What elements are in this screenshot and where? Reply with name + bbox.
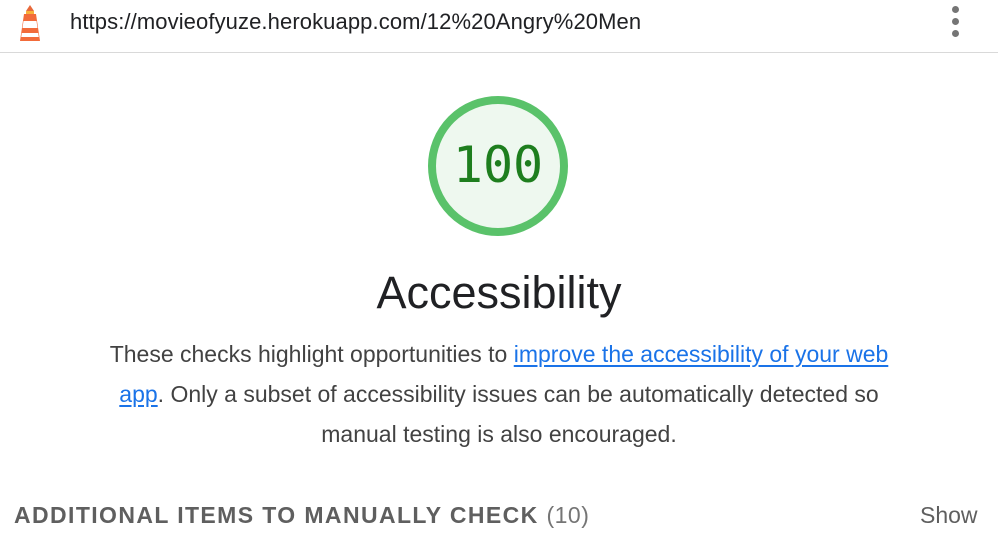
category-title: Accessibility [376,267,622,318]
description-text-before: These checks highlight opportunities to [109,341,514,367]
description-text-after: . Only a subset of accessibility issues … [157,381,879,447]
lighthouse-icon [20,5,40,41]
manual-checks-title: ADDITIONAL ITEMS TO MANUALLY CHECK [14,502,539,528]
manual-checks-section[interactable]: ADDITIONAL ITEMS TO MANUALLY CHECK (10) … [0,494,998,538]
manual-checks-header: ADDITIONAL ITEMS TO MANUALLY CHECK (10) [14,502,589,529]
more-vertical-icon[interactable] [946,4,966,40]
page-url[interactable]: https://movieofyuze.herokuapp.com/12%20A… [70,9,641,35]
show-toggle-button[interactable]: Show [920,502,978,529]
category-description: These checks highlight opportunities to … [100,334,898,454]
manual-checks-count: (10) [546,502,590,528]
score-value: 100 [452,136,544,194]
url-bar: https://movieofyuze.herokuapp.com/12%20A… [0,0,998,53]
